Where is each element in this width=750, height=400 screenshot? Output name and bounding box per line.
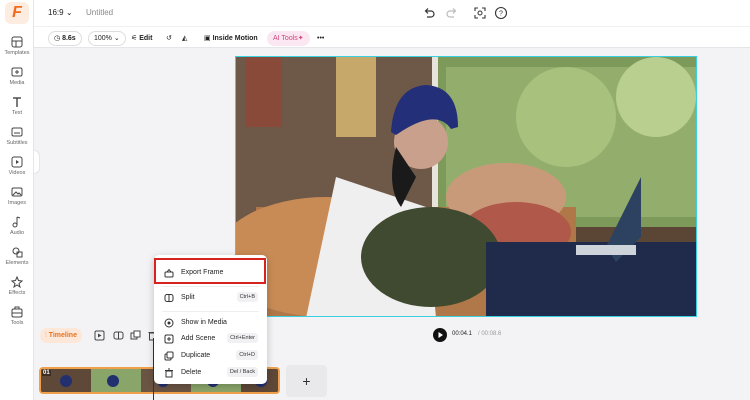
sidebar-item-tools[interactable]: Tools xyxy=(0,306,34,334)
sidebar-item-label: Subtitles xyxy=(6,140,28,146)
sparkle-icon: ✦ xyxy=(297,35,304,42)
aspect-ratio-dropdown[interactable]: 16:9 ⌄ xyxy=(48,8,73,17)
export-frame-highlight xyxy=(154,258,266,284)
sidebar-item-audio[interactable]: Audio xyxy=(0,216,34,244)
total-time: / 00:08.6 xyxy=(478,331,502,337)
images-icon xyxy=(11,187,23,197)
canvas-image xyxy=(236,57,696,316)
effects-icon xyxy=(11,276,23,288)
chevron-down-icon: ⌄ xyxy=(113,35,120,42)
duration-button[interactable]: ◷ 8.6s xyxy=(48,31,82,46)
sidebar-item-label: Text xyxy=(11,110,23,116)
sidebar-item-label: Elements xyxy=(5,260,29,266)
tools-icon xyxy=(11,306,23,318)
app-logo[interactable]: F xyxy=(5,2,29,24)
top-bar: 16:9 ⌄ Untitled ? xyxy=(34,0,750,26)
motion-icon: ▣ xyxy=(204,35,211,42)
undo-icon[interactable] xyxy=(422,6,436,20)
timeline-toggle[interactable]: ⫶ Timeline xyxy=(40,328,82,343)
menu-item-delete[interactable]: Delete Del / Back xyxy=(154,365,267,381)
menu-divider xyxy=(162,286,259,287)
project-title[interactable]: Untitled xyxy=(86,8,113,17)
audio-icon xyxy=(12,216,21,228)
sidebar-item-label: Effects xyxy=(8,290,26,296)
inside-motion-button[interactable]: ▣ Inside Motion xyxy=(204,31,258,46)
menu-item-add-scene[interactable]: Add Scene Ctrl+Enter xyxy=(154,331,267,347)
elements-icon xyxy=(12,247,23,258)
media-icon xyxy=(11,67,23,77)
scene-number: 01 xyxy=(42,370,51,376)
left-sidebar: F Templates Media Text Subtitles Videos … xyxy=(0,0,34,400)
flip-icon: ◭ xyxy=(182,35,188,42)
sidebar-item-effects[interactable]: Effects xyxy=(0,276,34,304)
flip-button[interactable]: ◭ xyxy=(182,31,187,46)
subtitles-icon xyxy=(11,127,23,137)
sidebar-item-templates[interactable]: Templates xyxy=(0,36,34,64)
menu-divider xyxy=(162,311,259,312)
rotate-icon: ↺ xyxy=(166,35,172,42)
split-icon xyxy=(164,294,174,302)
duplicate-shortcut: Ctrl+D xyxy=(236,350,258,360)
sidebar-item-label: Tools xyxy=(10,320,24,326)
video-canvas[interactable] xyxy=(235,56,697,317)
capture-icon[interactable] xyxy=(473,6,487,20)
sidebar-item-media[interactable]: Media xyxy=(0,66,34,94)
sidebar-item-label: Images xyxy=(7,200,27,206)
edit-button[interactable]: ⚟ Edit xyxy=(131,31,152,46)
sidebar-item-text[interactable]: Text xyxy=(0,96,34,124)
split-scene-icon[interactable] xyxy=(113,330,124,341)
chevron-down-icon: ⌄ xyxy=(65,8,73,17)
split-shortcut: Ctrl+B xyxy=(236,292,258,302)
sidebar-item-label: Audio xyxy=(9,230,25,236)
play-scene-icon[interactable] xyxy=(94,330,105,341)
menu-item-show-in-media[interactable]: Show in Media xyxy=(154,315,267,331)
sidebar-expander[interactable] xyxy=(34,150,40,174)
menu-item-duplicate[interactable]: Duplicate Ctrl+D xyxy=(154,348,267,364)
edit-toolbar: ◷ 8.6s 100% ⌄ ⚟ Edit ↺ ◭ ▣ Inside Motion… xyxy=(34,26,750,48)
ai-tools-button[interactable]: AI Tools✦ xyxy=(267,31,310,46)
duplicate-scene-icon[interactable] xyxy=(130,330,141,341)
text-icon xyxy=(13,97,21,107)
svg-text:?: ? xyxy=(499,11,503,18)
location-icon xyxy=(164,318,174,328)
sliders-icon: ⚟ xyxy=(131,35,138,42)
help-icon[interactable]: ? xyxy=(494,6,508,20)
sidebar-item-label: Videos xyxy=(8,170,26,176)
add-scene-icon xyxy=(164,334,174,344)
play-button[interactable] xyxy=(433,328,447,342)
sidebar-item-label: Media xyxy=(9,80,25,86)
templates-icon xyxy=(11,36,23,48)
rotate-button[interactable]: ↺ xyxy=(166,31,172,46)
redo-icon[interactable] xyxy=(445,6,459,20)
play-icon xyxy=(438,332,443,338)
more-icon: ••• xyxy=(317,35,325,42)
clock-icon: ◷ xyxy=(54,35,61,42)
trash-icon xyxy=(165,368,173,378)
add-scene-shortcut: Ctrl+Enter xyxy=(227,333,258,343)
timeline-icon: ⫶ xyxy=(45,332,47,339)
videos-icon xyxy=(11,156,23,168)
sidebar-item-label: Templates xyxy=(4,50,30,56)
delete-shortcut: Del / Back xyxy=(226,367,258,377)
current-time: 00:04.1 xyxy=(452,331,473,337)
sidebar-item-subtitles[interactable]: Subtitles xyxy=(0,126,34,154)
duplicate-icon xyxy=(164,351,174,361)
sidebar-item-videos[interactable]: Videos xyxy=(0,156,34,184)
menu-item-split[interactable]: Split Ctrl+B xyxy=(154,290,267,306)
add-scene-button[interactable]: + xyxy=(286,365,327,397)
timeline-bar: ⫶ Timeline 00:04.1 / 00:08.6 xyxy=(34,325,750,347)
sidebar-item-elements[interactable]: Elements xyxy=(0,246,34,274)
zoom-dropdown[interactable]: 100% ⌄ xyxy=(88,31,126,46)
sidebar-item-images[interactable]: Images xyxy=(0,186,34,214)
more-options-button[interactable]: ••• xyxy=(317,31,324,46)
